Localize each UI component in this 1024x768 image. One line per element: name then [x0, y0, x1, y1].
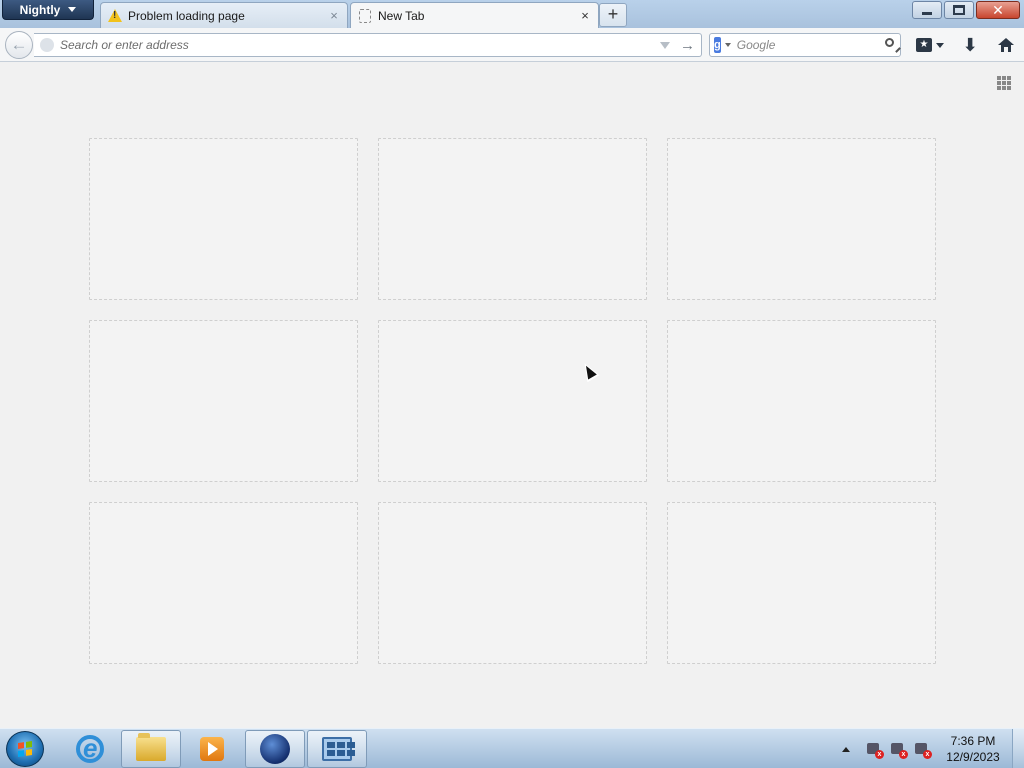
empty-tile-2[interactable]: [378, 138, 647, 300]
restore-button[interactable]: [944, 1, 974, 19]
folder-icon: [136, 733, 166, 761]
taskbar-media-player[interactable]: [182, 730, 242, 768]
windows-logo-icon: [18, 741, 32, 757]
app-menu-label: Nightly: [19, 2, 61, 17]
tile-grid: [89, 138, 936, 664]
empty-tile-5[interactable]: [378, 320, 647, 482]
empty-tile-9[interactable]: [667, 502, 936, 664]
bookmarks-menu-button[interactable]: ★: [912, 33, 948, 57]
go-arrow-icon[interactable]: →: [680, 37, 695, 54]
chevron-down-icon: [936, 42, 944, 48]
network-icon[interactable]: x: [890, 741, 908, 759]
taskbar-clock[interactable]: 7:36 PM 12/9/2023: [940, 733, 1006, 765]
taskbar-internet-explorer[interactable]: [60, 730, 120, 768]
empty-tile-7[interactable]: [89, 502, 358, 664]
history-dropdown-icon[interactable]: [660, 41, 670, 49]
google-engine-icon[interactable]: g: [714, 37, 721, 53]
back-arrow-icon: ←: [10, 35, 28, 54]
show-hidden-icons-icon[interactable]: [842, 746, 850, 752]
start-button[interactable]: [6, 731, 44, 767]
bookmark-star-icon: ★: [916, 38, 932, 52]
taskbar-remote-desktop[interactable]: [307, 730, 367, 768]
empty-tile-6[interactable]: [667, 320, 936, 482]
home-icon: [998, 38, 1014, 52]
show-desktop-button[interactable]: [1012, 729, 1024, 768]
taskbar-windows-explorer[interactable]: [121, 730, 181, 768]
warning-icon: [107, 8, 123, 24]
title-bar: Nightly Problem loading page × New Tab ×…: [0, 0, 1024, 28]
search-input[interactable]: [736, 38, 894, 52]
search-bar[interactable]: g: [709, 33, 901, 57]
empty-tile-8[interactable]: [378, 502, 647, 664]
empty-tile-3[interactable]: [667, 138, 936, 300]
window-controls: ✕: [912, 1, 1020, 19]
internet-explorer-icon: [76, 733, 104, 764]
clock-date: 12/9/2023: [946, 750, 1000, 764]
blank-page-icon: [357, 8, 373, 24]
new-tab-button[interactable]: +: [599, 3, 627, 27]
empty-tile-4[interactable]: [89, 320, 358, 482]
close-tab-icon[interactable]: ×: [578, 8, 592, 23]
url-bar[interactable]: →: [34, 33, 702, 57]
taskbar: x x x 7:36 PM 12/9/2023: [0, 728, 1024, 768]
action-center-flag-icon[interactable]: x: [866, 741, 884, 759]
tab-problem-loading[interactable]: Problem loading page ×: [100, 2, 348, 28]
nightly-browser-icon: [260, 734, 290, 764]
remote-desktop-icon: [322, 737, 355, 761]
download-arrow-icon: ⬇: [962, 34, 978, 55]
volume-muted-icon[interactable]: x: [914, 741, 932, 759]
address-input[interactable]: [60, 38, 660, 52]
engine-dropdown-icon[interactable]: [724, 43, 731, 47]
tab-label: New Tab: [378, 8, 425, 23]
close-tab-icon[interactable]: ×: [327, 8, 341, 23]
system-tray: x x x: [842, 729, 932, 768]
taskbar-nightly[interactable]: [245, 730, 305, 768]
empty-tile-1[interactable]: [89, 138, 358, 300]
navigation-toolbar: ← → g ★ ⬇: [0, 28, 1024, 62]
clock-time: 7:36 PM: [950, 734, 996, 748]
minimize-icon: [922, 11, 932, 15]
close-window-button[interactable]: ✕: [976, 1, 1020, 19]
back-button[interactable]: ←: [5, 31, 33, 59]
tab-label: Problem loading page: [128, 8, 245, 23]
home-button[interactable]: [994, 33, 1018, 57]
chevron-down-icon: [68, 7, 77, 12]
restore-icon: [953, 5, 965, 15]
minimize-button[interactable]: [912, 1, 942, 19]
site-identity-icon[interactable]: [40, 38, 54, 52]
grid-toggle-icon[interactable]: [997, 76, 1011, 90]
downloads-button[interactable]: ⬇: [958, 33, 982, 57]
new-tab-page: [0, 63, 1024, 728]
app-menu-button[interactable]: Nightly: [2, 0, 94, 20]
tab-new-tab[interactable]: New Tab ×: [350, 2, 599, 28]
media-player-icon: [200, 737, 224, 761]
